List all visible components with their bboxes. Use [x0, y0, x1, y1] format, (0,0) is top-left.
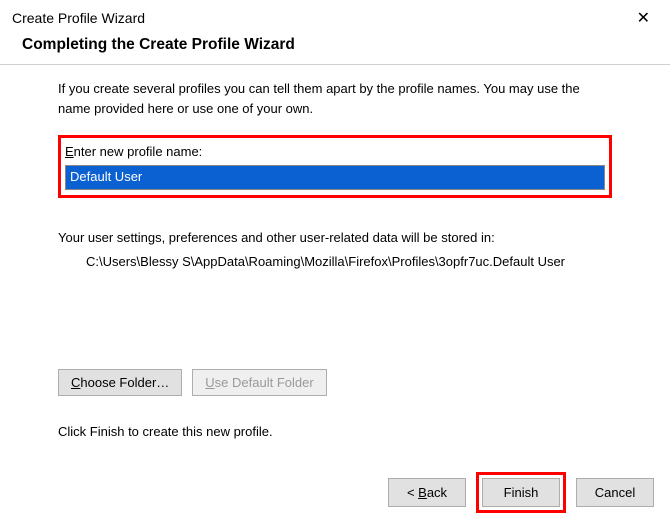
- intro-text: If you create several profiles you can t…: [58, 79, 612, 119]
- divider: [0, 64, 670, 65]
- storage-label: Your user settings, preferences and othe…: [58, 228, 612, 248]
- profile-name-input[interactable]: Default User: [65, 165, 605, 190]
- back-button[interactable]: < Back: [388, 478, 466, 507]
- profile-name-label: Enter new profile name:: [65, 142, 605, 162]
- close-icon[interactable]: ✕: [629, 8, 658, 28]
- page-title: Completing the Create Profile Wizard: [0, 34, 670, 64]
- use-default-folder-button: Use Default Folder: [192, 369, 326, 396]
- choose-folder-button[interactable]: Choose Folder…: [58, 369, 182, 396]
- label-accel: E: [65, 144, 74, 159]
- folder-buttons-row: Choose Folder… Use Default Folder: [58, 369, 612, 396]
- window-title: Create Profile Wizard: [12, 10, 145, 26]
- cancel-button[interactable]: Cancel: [576, 478, 654, 507]
- footer-buttons: < Back Finish Cancel: [0, 472, 670, 513]
- content-area: If you create several profiles you can t…: [0, 79, 670, 442]
- label-rest: nter new profile name:: [74, 144, 203, 159]
- finish-instruction: Click Finish to create this new profile.: [58, 422, 612, 442]
- finish-button[interactable]: Finish: [482, 478, 560, 507]
- highlight-finish: Finish: [476, 472, 566, 513]
- titlebar: Create Profile Wizard ✕: [0, 0, 670, 34]
- storage-path: C:\Users\Blessy S\AppData\Roaming\Mozill…: [58, 252, 598, 272]
- highlight-profile-name: Enter new profile name: Default User: [58, 135, 612, 198]
- profile-name-input-wrap[interactable]: Default User: [65, 164, 605, 191]
